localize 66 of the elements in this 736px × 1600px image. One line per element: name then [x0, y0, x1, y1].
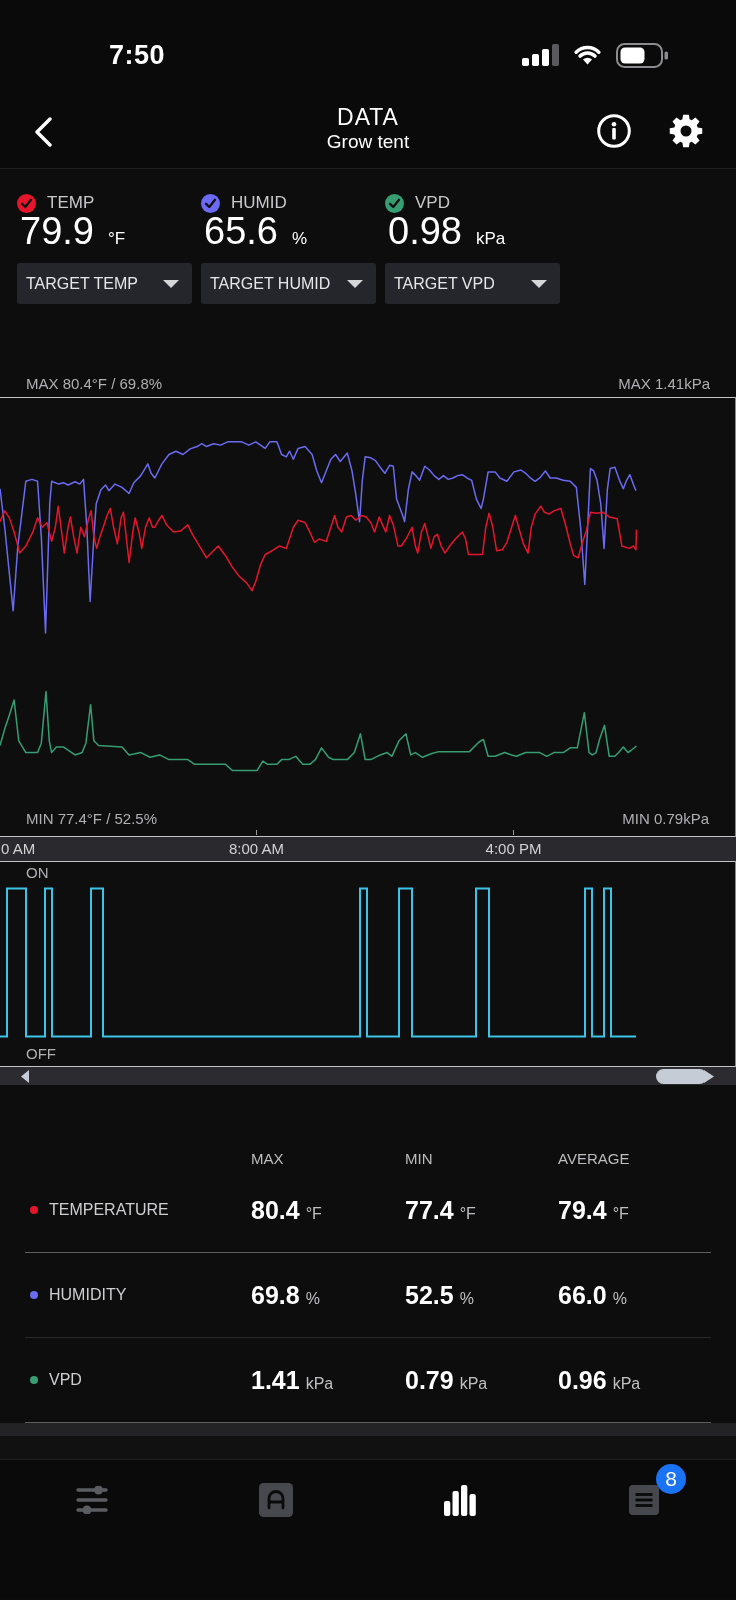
back-icon[interactable] — [33, 117, 53, 147]
target-dropdown[interactable]: TARGET HUMID — [201, 263, 376, 304]
battery-icon — [616, 42, 668, 68]
stat-value: 1.41 — [251, 1365, 300, 1395]
stat-unit: kPa — [305, 1374, 334, 1393]
target-dropdown[interactable]: TARGET TEMP — [17, 263, 192, 304]
state-label: OFF — [26, 1044, 56, 1064]
stat-value: 80.4 — [251, 1195, 300, 1225]
max-label: MAX 80.4°F / 69.8% — [26, 375, 163, 393]
reading-unit: kPa — [475, 229, 506, 249]
reading-value: 0.98 — [388, 211, 462, 251]
column-header: AVERAGE — [558, 1150, 631, 1168]
check-circle-icon[interactable] — [17, 193, 36, 213]
stat-value: 0.96 — [558, 1365, 607, 1395]
row-label: TEMPERATURE — [49, 1201, 169, 1219]
row-label: HUMIDITY — [49, 1286, 127, 1304]
signal-icon — [522, 44, 559, 66]
settings-icon[interactable] — [669, 114, 703, 148]
time-label: 0 AM — [1, 840, 36, 857]
row-label: VPD — [49, 1371, 82, 1389]
reading-label: VPD — [415, 193, 450, 213]
arch-tile-icon[interactable] — [259, 1483, 293, 1517]
status-time: 7:50 — [109, 39, 166, 71]
stat-unit: % — [612, 1289, 627, 1308]
caret-down-icon — [163, 279, 179, 288]
info-icon[interactable] — [597, 114, 631, 148]
reading-value: 65.6 — [204, 211, 278, 251]
stat-value: 0.79 — [405, 1365, 454, 1395]
column-header: MAX — [251, 1150, 285, 1168]
stat-value: 77.4 — [405, 1195, 454, 1225]
caret-down-icon — [347, 279, 363, 288]
caret-down-icon — [531, 279, 547, 288]
time-label: 8:00 AM — [228, 840, 284, 857]
stat-value: 79.4 — [558, 1195, 607, 1225]
stat-unit: % — [459, 1289, 474, 1308]
state-label: ON — [26, 863, 49, 883]
stat-unit: °F — [305, 1204, 322, 1223]
scroll-handle[interactable] — [656, 1068, 714, 1084]
sliders-icon[interactable] — [76, 1486, 108, 1514]
time-label: 4:00 PM — [485, 840, 542, 857]
target-dropdown[interactable]: TARGET VPD — [385, 263, 560, 304]
notification-badge: 8 — [656, 1464, 686, 1494]
stat-unit: °F — [612, 1204, 629, 1223]
reading-label: HUMID — [231, 193, 287, 213]
min-label: MIN 77.4°F / 52.5% — [26, 809, 158, 829]
stat-unit: kPa — [612, 1374, 641, 1393]
check-circle-icon[interactable] — [201, 193, 220, 213]
reading-unit: % — [291, 229, 308, 249]
stat-value: 52.5 — [405, 1280, 454, 1310]
stat-unit: kPa — [459, 1374, 488, 1393]
stat-unit: % — [305, 1289, 320, 1308]
triangle-left-icon[interactable] — [21, 1069, 29, 1083]
check-circle-icon[interactable] — [385, 193, 404, 213]
page-title: DATA — [337, 104, 399, 130]
stat-value: 69.8 — [251, 1280, 300, 1310]
wifi-icon — [572, 44, 603, 66]
min-label: MIN 0.79kPa — [622, 809, 709, 829]
stat-unit: °F — [459, 1204, 476, 1223]
stat-value: 66.0 — [558, 1280, 607, 1310]
column-header: MIN — [405, 1150, 434, 1168]
reading-label: TEMP — [47, 193, 95, 213]
reading-value: 79.9 — [20, 211, 94, 251]
reading-unit: °F — [107, 229, 126, 249]
page-subtitle: Grow tent — [326, 131, 410, 153]
max-label: MAX 1.41kPa — [618, 375, 710, 393]
bar-chart-icon[interactable] — [444, 1484, 476, 1516]
